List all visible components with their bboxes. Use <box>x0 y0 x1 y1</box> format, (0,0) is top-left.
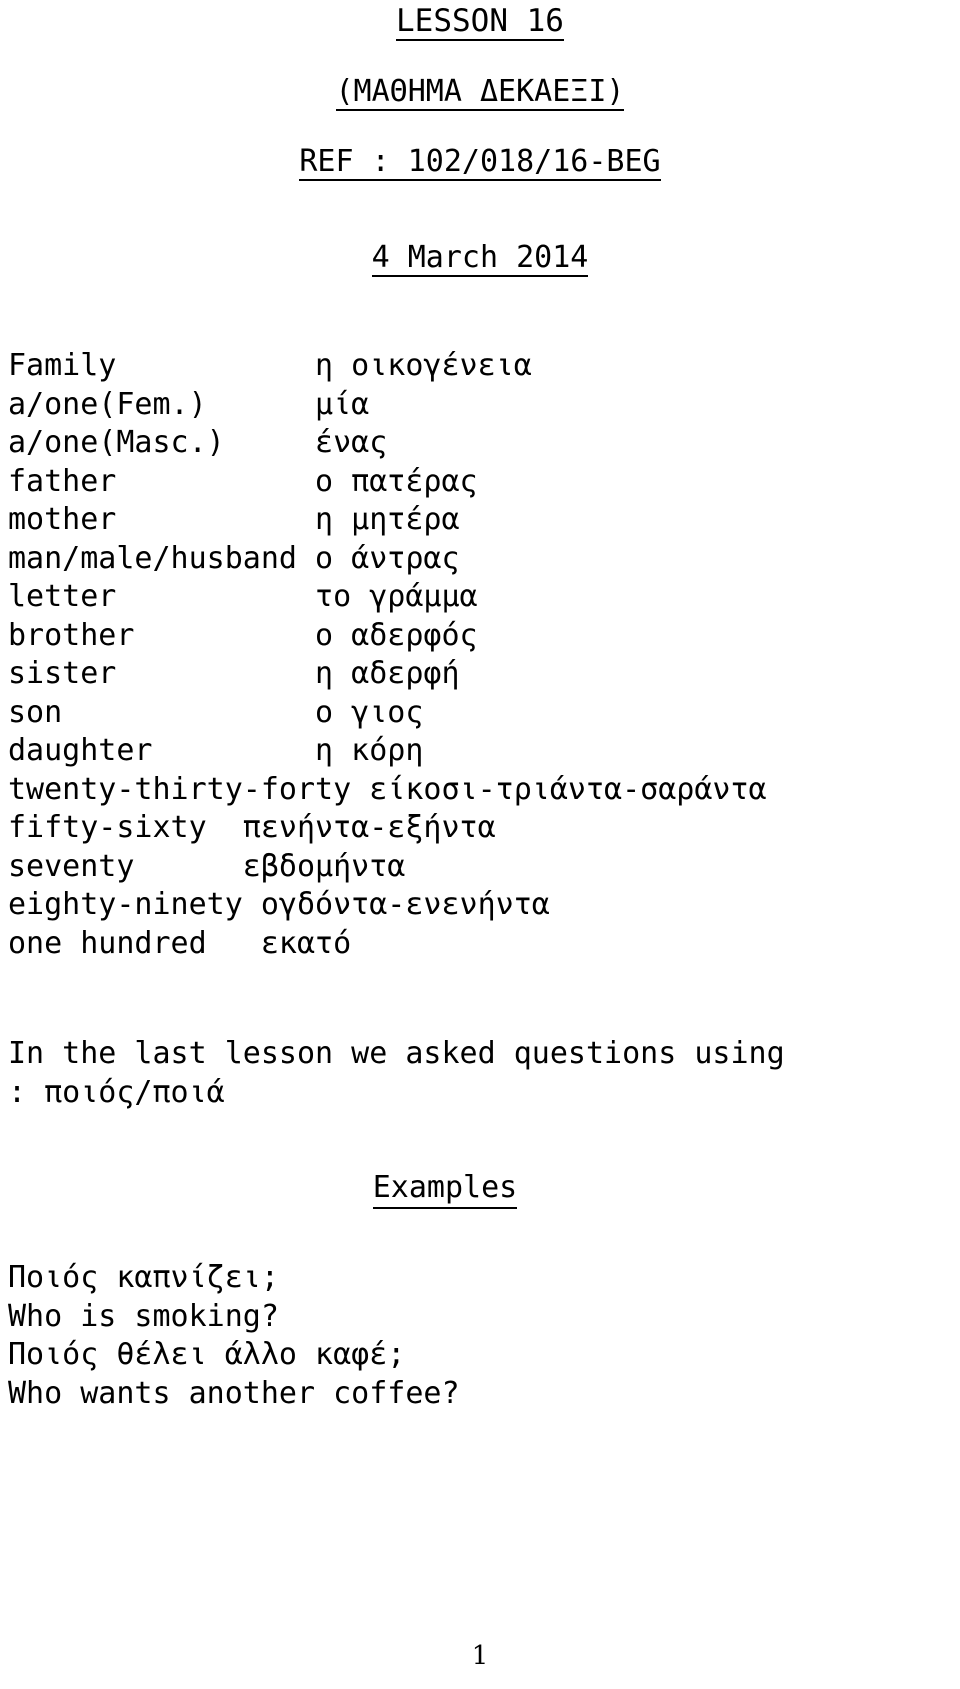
vocabulary-list: Family η οικογένεια a/one(Fem.) μία a/on… <box>8 348 767 961</box>
lesson-title: LESSON 16 <box>396 3 564 41</box>
document-page: LESSON 16 (ΜΑΘΗΜΑ ΔΕΚΑΕΞΙ) REF : 102/018… <box>0 0 960 1689</box>
lesson-title-greek: (ΜΑΘΗΜΑ ΔΕΚΑΕΞΙ) <box>335 74 625 111</box>
document-header: LESSON 16 <box>0 0 960 41</box>
examples-heading-container: Examples <box>0 1170 960 1209</box>
examples-heading: Examples <box>372 1170 518 1209</box>
examples-list: Ποιός καπνίζει; Who is smoking? Ποιός θέ… <box>8 1260 460 1411</box>
lesson-reference: REF : 102/018/16-BEG <box>299 144 661 181</box>
date-container: 4 March 2014 <box>0 181 960 277</box>
intro-paragraph: In the last lesson we asked questions us… <box>8 1036 785 1110</box>
page-number: 1 <box>471 1641 489 1671</box>
greek-title-container: (ΜΑΘΗΜΑ ΔΕΚΑΕΞΙ) <box>0 41 960 111</box>
lesson-date: 4 March 2014 <box>371 240 589 277</box>
reference-container: REF : 102/018/16-BEG <box>0 111 960 181</box>
